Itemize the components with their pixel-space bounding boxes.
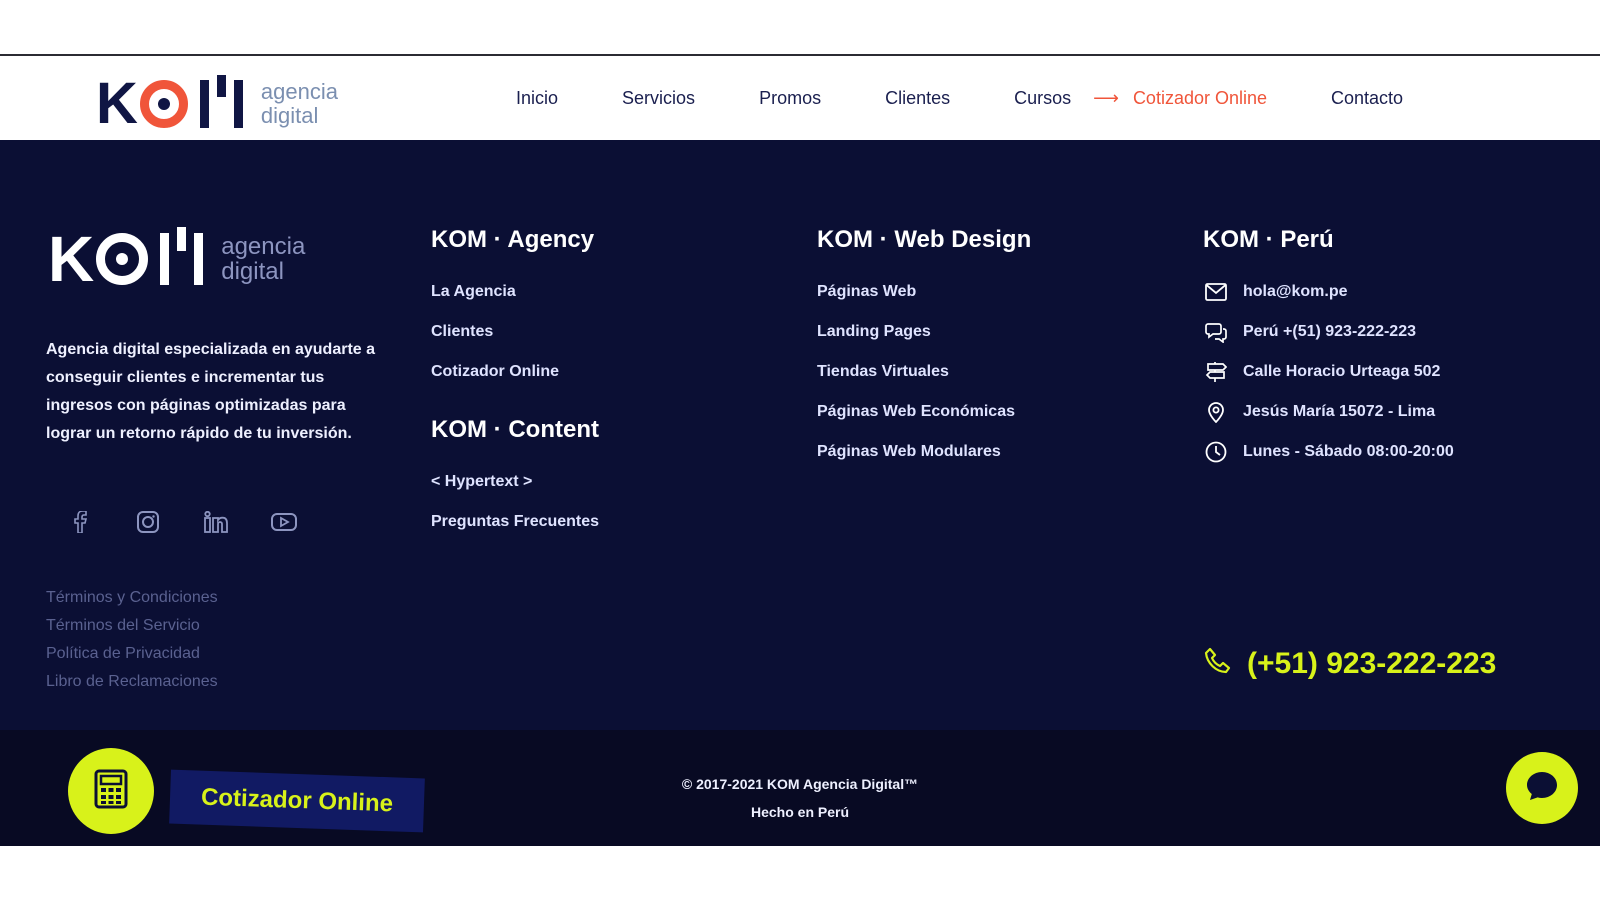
- logo-bar: [233, 79, 243, 128]
- hours-text: Lunes - Sábado 08:00-20:00: [1243, 443, 1454, 460]
- youtube-icon[interactable]: [270, 508, 298, 536]
- nav-servicios[interactable]: Servicios: [622, 88, 695, 109]
- nav-cotizador-online[interactable]: Cotizador Online: [1133, 88, 1267, 109]
- logo-o: [96, 233, 149, 285]
- peru-heading: KOM · Perú: [1203, 226, 1334, 253]
- link-preguntas-frecuentes[interactable]: Preguntas Frecuentes: [431, 498, 599, 546]
- footer-col-webdesign: KOM · Web Design Páginas Web Landing Pag…: [817, 226, 1031, 476]
- site-header: K agencia digital Inicio Servicios Promo…: [0, 54, 1600, 140]
- made-in-line: Hecho en Perú: [750, 804, 850, 820]
- arrow-right-icon: ⟶: [1093, 88, 1119, 108]
- calculator-icon: [93, 769, 129, 814]
- link-cotizador-online[interactable]: Cotizador Online: [431, 348, 599, 396]
- header-logo[interactable]: K agencia digital: [96, 70, 338, 137]
- about-text: Agencia digital especializada en ayudart…: [46, 341, 376, 442]
- signpost-icon: [1203, 359, 1229, 385]
- cotizador-online-label[interactable]: Cotizador Online: [169, 769, 425, 833]
- nav-promos[interactable]: Promos: [759, 88, 821, 109]
- logo-bar: [160, 233, 170, 285]
- email-text: hola@kom.pe: [1243, 283, 1348, 300]
- facebook-icon[interactable]: [66, 508, 94, 536]
- logo-bar: [216, 75, 226, 97]
- webdesign-heading: KOM · Web Design: [817, 226, 1032, 253]
- logo-k: K: [96, 71, 138, 136]
- copyright-line: © 2017-2021 KOM Agencia Digital™: [681, 776, 919, 792]
- nav-contacto[interactable]: Contacto: [1331, 88, 1403, 109]
- contact-hours: Lunes - Sábado 08:00-20:00: [1203, 428, 1454, 476]
- footer-col-agency: KOM · Agency La Agencia Clientes Cotizad…: [431, 226, 599, 546]
- logo-text-line1: agencia: [221, 232, 306, 260]
- cotizador-online-text: Cotizador Online: [200, 783, 394, 818]
- phone-icon: [1203, 646, 1233, 681]
- clock-icon: [1203, 439, 1229, 465]
- big-phone-link[interactable]: (+51) 923-222-223: [1203, 646, 1496, 681]
- chat-bubbles-icon: [1203, 319, 1229, 345]
- legal-links: Términos y Condiciones Términos del Serv…: [46, 584, 218, 696]
- instagram-icon[interactable]: [134, 508, 162, 536]
- kom-logo-mark: K: [96, 70, 243, 137]
- nav-cursos[interactable]: Cursos: [1014, 88, 1071, 109]
- address-text: Calle Horacio Urteaga 502: [1243, 363, 1441, 380]
- map-pin-icon: [1203, 399, 1229, 425]
- logo-text-line2: digital: [221, 258, 284, 285]
- linkedin-icon[interactable]: [202, 508, 230, 536]
- copyright: © 2017-2021 KOM Agencia Digital™ Hecho e…: [600, 770, 1000, 826]
- big-phone-text: (+51) 923-222-223: [1247, 646, 1497, 680]
- main-nav: Inicio Servicios Promos Clientes Cursos …: [516, 88, 1403, 109]
- logo-bar: [177, 227, 187, 251]
- chat-icon: [1525, 770, 1559, 807]
- social-links: [66, 508, 338, 536]
- footer-logo[interactable]: K agencia digital: [48, 222, 305, 296]
- content-heading: KOM · Content: [431, 416, 599, 443]
- nav-clientes[interactable]: Clientes: [885, 88, 950, 109]
- legal-terminos-servicio[interactable]: Términos del Servicio: [46, 612, 218, 640]
- logo-text-line1: agencia: [260, 79, 338, 105]
- phone-text: Perú +(51) 923-222-223: [1243, 323, 1416, 340]
- logo-k: K: [48, 223, 94, 295]
- district-text: Jesús María 15072 - Lima: [1243, 403, 1436, 420]
- link-paginas-web-modulares[interactable]: Páginas Web Modulares: [817, 428, 1031, 476]
- chat-button[interactable]: [1506, 752, 1578, 824]
- site-footer: K agencia digital Agencia digital especi…: [0, 140, 1600, 730]
- legal-politica-privacidad[interactable]: Política de Privacidad: [46, 640, 218, 668]
- logo-text: agencia digital: [221, 232, 306, 285]
- legal-terminos-condiciones[interactable]: Términos y Condiciones: [46, 584, 218, 612]
- legal-libro-reclamaciones[interactable]: Libro de Reclamaciones: [46, 668, 218, 696]
- page: K agencia digital Inicio Servicios Promo…: [0, 0, 1600, 900]
- logo-bar: [194, 233, 204, 285]
- logo-bar: [199, 79, 209, 128]
- bottom-bar: Cotizador Online © 2017-2021 KOM Agencia…: [0, 730, 1600, 846]
- logo-text-line2: digital: [260, 102, 319, 128]
- nav-inicio[interactable]: Inicio: [516, 88, 558, 109]
- footer-col-peru: KOM · Perú hola@kom.pe Perú +(51) 923-22…: [1203, 226, 1454, 476]
- calculator-button[interactable]: [68, 748, 154, 834]
- mail-icon: [1203, 279, 1229, 305]
- kom-logo-mark: K: [48, 222, 204, 296]
- logo-o: [139, 79, 188, 128]
- logo-text: agencia digital: [261, 80, 338, 126]
- agency-heading: KOM · Agency: [431, 226, 595, 253]
